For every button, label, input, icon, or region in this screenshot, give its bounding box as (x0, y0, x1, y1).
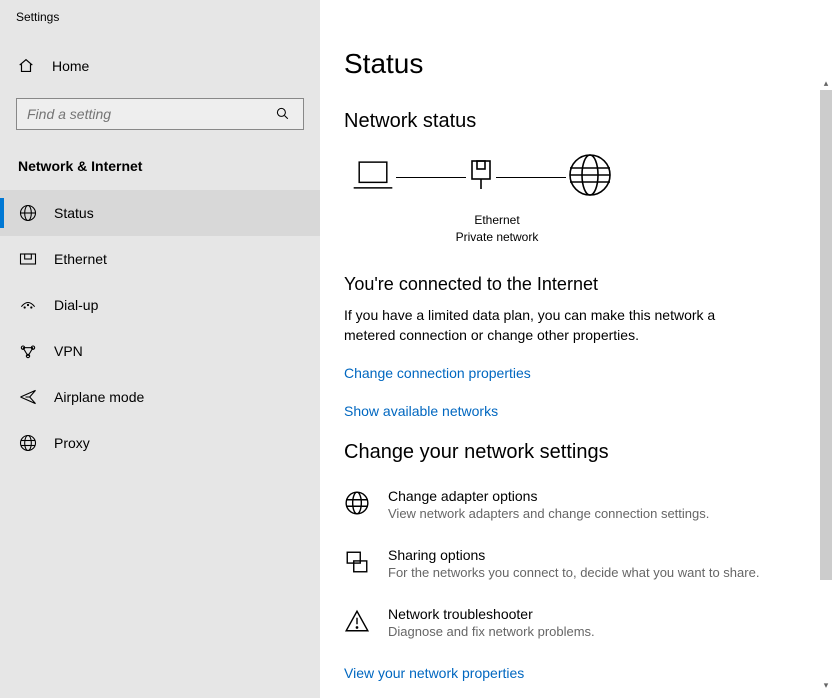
scroll-down-arrow[interactable]: ▾ (820, 678, 832, 692)
sharing-options-item[interactable]: Sharing options For the networks you con… (344, 547, 808, 580)
ethernet-icon (18, 249, 38, 269)
window-title: Settings (0, 0, 320, 30)
sidebar-item-proxy[interactable]: Proxy (0, 420, 320, 466)
scrollbar-thumb[interactable] (820, 90, 832, 580)
adapter-icon (466, 154, 496, 201)
sidebar-item-label: Airplane mode (54, 389, 144, 405)
search-box[interactable] (16, 98, 304, 130)
change-settings-heading: Change your network settings (344, 441, 808, 464)
vpn-icon (18, 341, 38, 361)
item-desc: View network adapters and change connect… (388, 506, 709, 521)
laptop-icon (350, 154, 396, 201)
sidebar-item-dialup[interactable]: Dial-up (0, 282, 320, 328)
item-desc: For the networks you connect to, decide … (388, 565, 759, 580)
category-header: Network & Internet (0, 152, 320, 190)
adapter-options-item[interactable]: Change adapter options View network adap… (344, 488, 808, 521)
sidebar-item-label: Proxy (54, 435, 90, 451)
change-connection-link[interactable]: Change connection properties (344, 365, 808, 381)
main-content: Status Network status Ethernet Private n… (320, 0, 832, 698)
dialup-icon (18, 295, 38, 315)
sidebar-item-vpn[interactable]: VPN (0, 328, 320, 374)
connection-name: Ethernet (452, 212, 542, 229)
airplane-icon (18, 387, 38, 407)
home-icon (16, 56, 36, 76)
network-status-heading: Network status (344, 110, 808, 133)
network-diagram (344, 151, 808, 204)
item-desc: Diagnose and fix network problems. (388, 624, 595, 639)
sharing-icon (344, 549, 370, 575)
search-input[interactable] (27, 106, 273, 122)
connected-heading: You're connected to the Internet (344, 274, 808, 295)
home-label: Home (52, 58, 89, 74)
item-title: Sharing options (388, 547, 759, 563)
home-button[interactable]: Home (0, 44, 320, 88)
warning-icon (344, 608, 370, 634)
connection-type: Private network (452, 229, 542, 246)
sidebar-item-airplane[interactable]: Airplane mode (0, 374, 320, 420)
globe-icon (566, 151, 614, 204)
troubleshooter-item[interactable]: Network troubleshooter Diagnose and fix … (344, 606, 808, 639)
connected-body: If you have a limited data plan, you can… (344, 305, 754, 346)
connection-line (396, 177, 466, 178)
proxy-icon (18, 433, 38, 453)
page-title: Status (344, 48, 808, 80)
item-title: Network troubleshooter (388, 606, 595, 622)
sidebar-item-label: Status (54, 205, 94, 221)
status-icon (18, 203, 38, 223)
adapter-icon (344, 490, 370, 516)
diagram-labels: Ethernet Private network (452, 212, 542, 246)
show-networks-link[interactable]: Show available networks (344, 403, 808, 419)
search-icon (273, 104, 293, 124)
sidebar-item-status[interactable]: Status (0, 190, 320, 236)
scroll-up-arrow[interactable]: ▴ (820, 76, 832, 90)
sidebar: Settings Home Network & Internet Status … (0, 0, 320, 698)
view-properties-link[interactable]: View your network properties (344, 665, 808, 681)
sidebar-item-label: VPN (54, 343, 83, 359)
connection-line (496, 177, 566, 178)
sidebar-item-ethernet[interactable]: Ethernet (0, 236, 320, 282)
sidebar-item-label: Ethernet (54, 251, 107, 267)
sidebar-item-label: Dial-up (54, 297, 98, 313)
item-title: Change adapter options (388, 488, 709, 504)
